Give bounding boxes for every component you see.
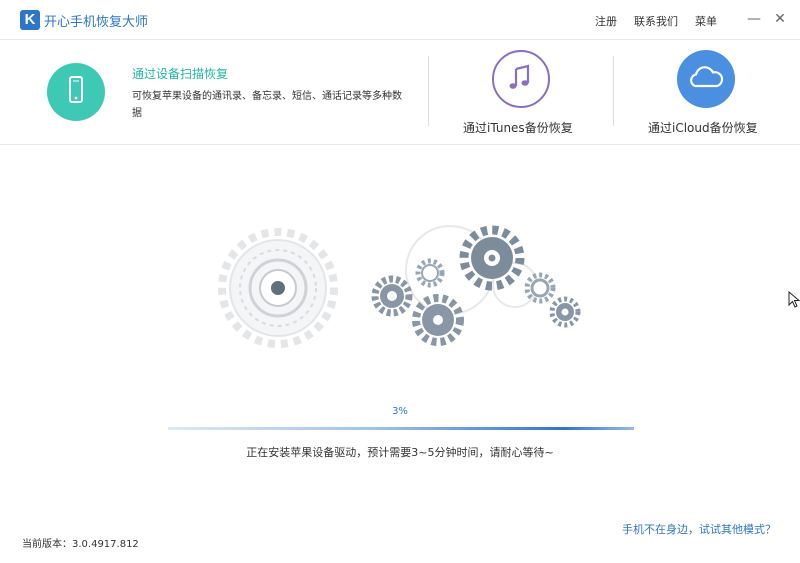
big-gear-icon: [459, 225, 525, 291]
large-gear-icon: [218, 228, 338, 348]
divider: [428, 56, 429, 126]
title-bar: K 开心手机恢复大师 注册 联系我们 菜单 — ✕: [0, 0, 800, 40]
minimize-button[interactable]: —: [744, 8, 764, 30]
far-gear-icon: [549, 296, 581, 328]
mouse-cursor-icon: [788, 291, 800, 308]
divider: [613, 56, 614, 126]
cloud-icon: [690, 66, 724, 88]
recovery-mode-bar: 通过设备扫描恢复 可恢复苹果设备的通讯录、备忘录、短信、通话记录等多种数据 通过…: [0, 41, 800, 145]
scan-mode-title[interactable]: 通过设备扫描恢复: [132, 65, 228, 82]
medium-gear-icon: [412, 294, 464, 346]
menu-link[interactable]: 菜单: [695, 13, 717, 29]
progress-bar-fill: [168, 427, 634, 430]
ring-gear-icon: [524, 272, 556, 304]
scan-mode-description: 可恢复苹果设备的通讯录、备忘录、短信、通话记录等多种数据: [132, 91, 402, 119]
itunes-mode-label[interactable]: 通过iTunes备份恢复: [463, 119, 573, 136]
gears-illustration: [218, 225, 581, 348]
scan-mode-button[interactable]: [47, 63, 105, 121]
close-button[interactable]: ✕: [770, 8, 790, 30]
tiny-gear-icon: [415, 258, 445, 288]
version-label: 当前版本：3.0.4917.812: [22, 539, 139, 550]
progress-percent: 3%: [392, 406, 408, 417]
app-logo: K: [20, 10, 40, 30]
register-link[interactable]: 注册: [595, 13, 617, 29]
progress-bar: [168, 427, 634, 430]
other-mode-link[interactable]: 手机不在身边，试试其他模式？: [622, 521, 776, 537]
contact-us-link[interactable]: 联系我们: [634, 13, 678, 29]
status-message: 正在安装苹果设备驱动，预计需要3~5分钟时间，请耐心等待~: [246, 446, 554, 459]
icloud-mode-label[interactable]: 通过iCloud备份恢复: [648, 119, 758, 136]
icloud-mode-button[interactable]: [677, 50, 735, 108]
phone-icon: [69, 76, 83, 103]
music-note-icon: [509, 64, 530, 89]
small-gear-icon: [371, 275, 413, 317]
itunes-mode-button[interactable]: [492, 50, 550, 108]
app-title: 开心手机恢复大师: [44, 15, 149, 30]
